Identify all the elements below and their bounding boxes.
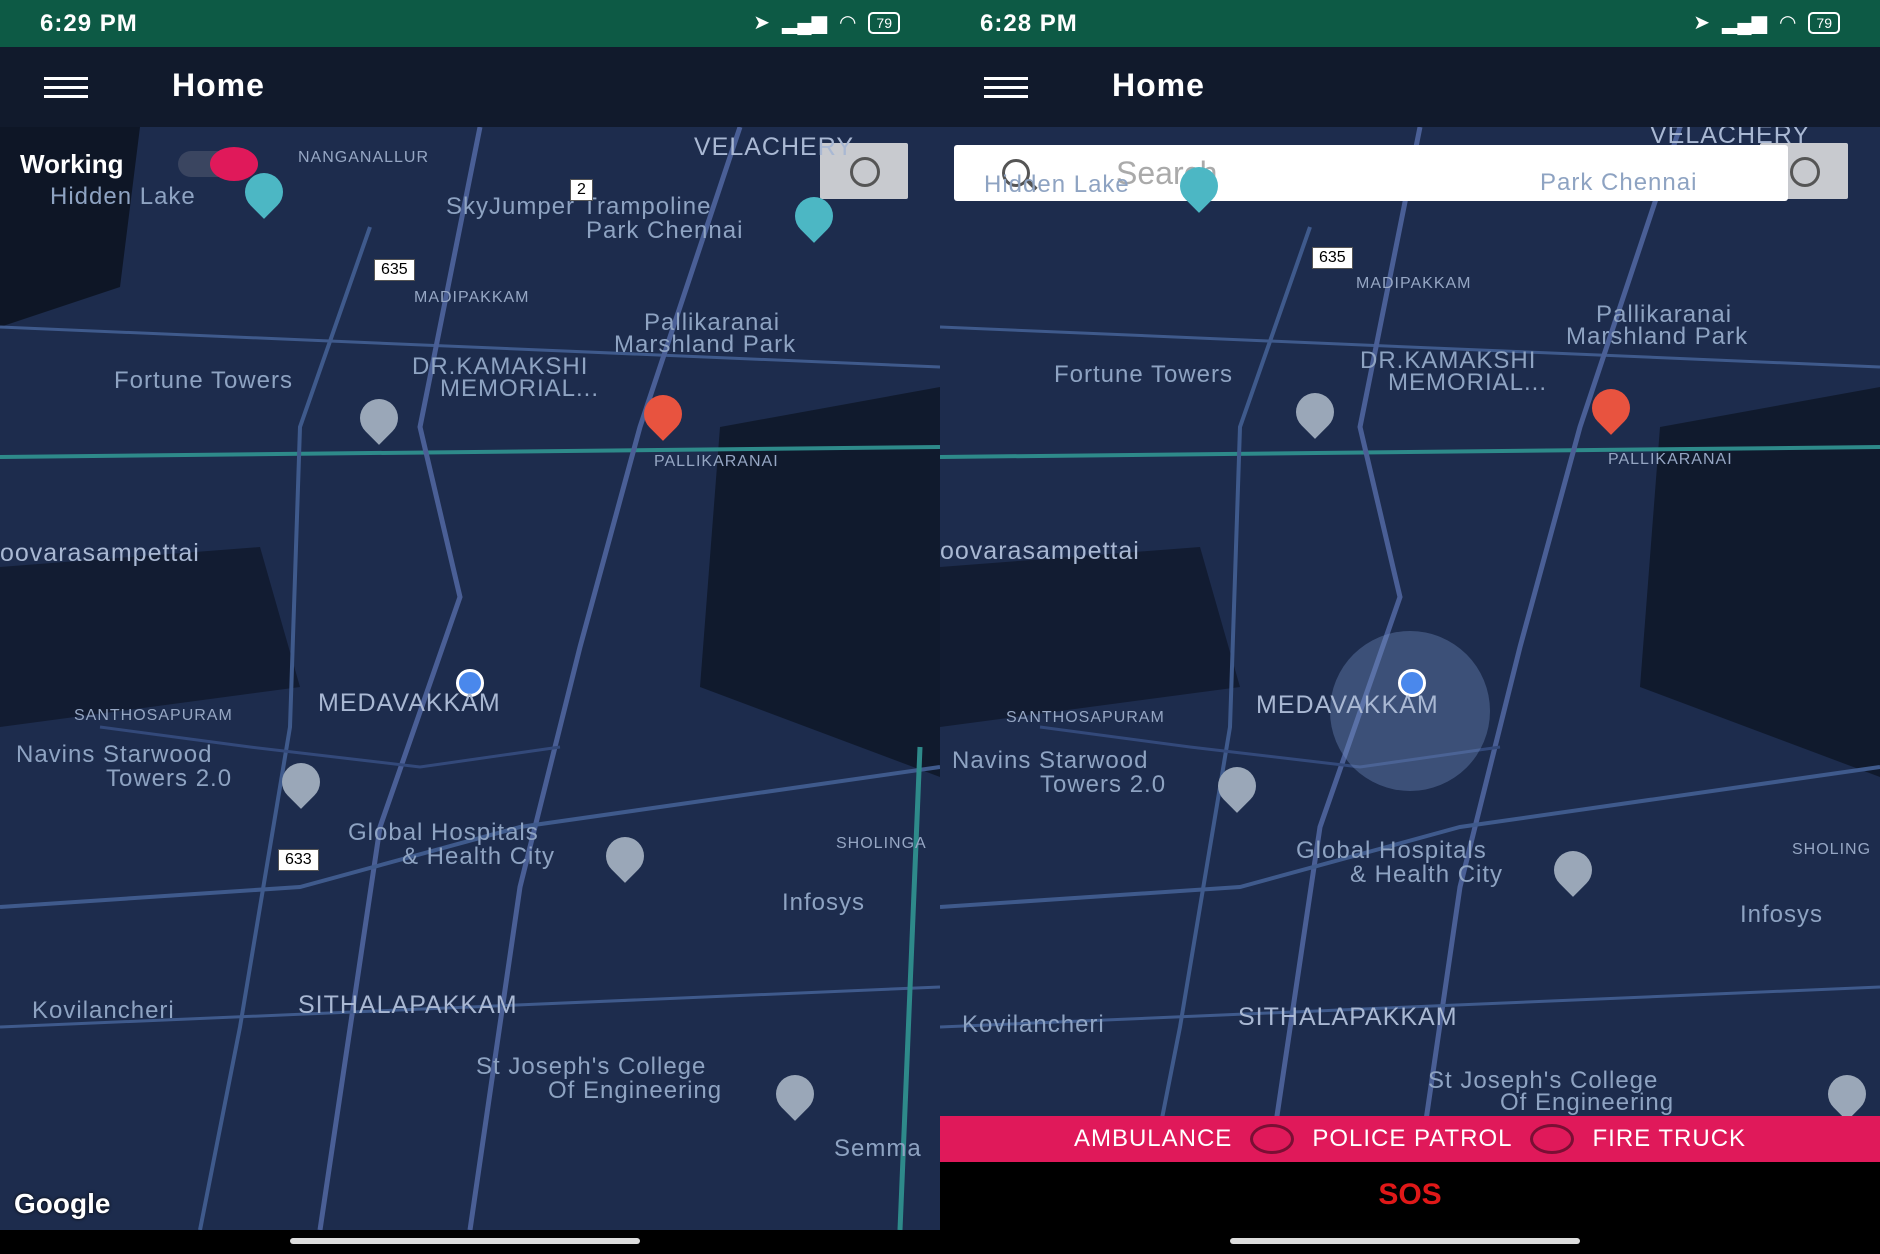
map-label-velachery: VELACHERY — [694, 133, 854, 161]
status-icons: ➤ ▂▄▆ ◠ 79 — [1693, 10, 1840, 35]
wifi-icon: ◠ — [838, 12, 857, 34]
map-label-pallikaranai-park-2: Marshland Park — [1566, 323, 1749, 350]
map-label-poovarasampettai: oovarasampettai — [0, 539, 200, 567]
map-label-kovilancheri: Kovilancheri — [32, 997, 175, 1024]
road-shield-635: 635 — [374, 259, 415, 281]
map-label-infosys: Infosys — [1740, 901, 1824, 928]
home-gesture-handle[interactable] — [290, 1238, 640, 1244]
home-gesture-handle[interactable] — [1230, 1238, 1580, 1244]
working-label: Working — [20, 149, 124, 179]
map-label-santhosapuram: SANTHOSAPURAM — [1006, 709, 1165, 726]
map-label-stjoseph-2: Of Engineering — [548, 1077, 723, 1104]
map-view[interactable]: Working VELACHERY NANGANALLUR Hidden Lak… — [0, 127, 940, 1230]
police-patrol-label: POLICE PATROL — [1312, 1125, 1513, 1152]
fire-truck-label: FIRE TRUCK — [1592, 1125, 1747, 1152]
map-label-sithalapakkam: SITHALAPAKKAM — [1238, 1003, 1458, 1031]
my-location-icon — [1790, 157, 1820, 187]
status-icons: ➤ ▂▄▆ ◠ 79 — [753, 10, 900, 35]
map-label-medavakkam: MEDAVAKKAM — [1256, 691, 1439, 719]
google-attribution: Google — [14, 1188, 111, 1219]
map-label-park-chennai: Park Chennai — [586, 217, 744, 244]
road-shield-635: 635 — [1312, 247, 1353, 269]
app-bar: Home — [0, 47, 940, 127]
map-label-santhosapuram: SANTHOSAPURAM — [74, 707, 233, 724]
ambulance-label: AMBULANCE — [1073, 1125, 1233, 1152]
phone-screen-left: 6:29 PM ➤ ▂▄▆ ◠ 79 Home Working VELACHER… — [0, 0, 940, 1254]
phone-screen-right: 6:28 PM ➤ ▂▄▆ ◠ 79 Home VELACHERY Search… — [940, 0, 1880, 1254]
map-label-navins-2: Towers 2.0 — [106, 765, 233, 792]
map-label-madipakkam: MADIPAKKAM — [1356, 275, 1472, 292]
working-toggle[interactable] — [178, 147, 258, 181]
map-label-sholinga: SHOLING — [1792, 841, 1872, 858]
map-label-fortune-towers: Fortune Towers — [114, 367, 293, 394]
wifi-icon: ◠ — [1778, 12, 1797, 34]
map-label-pallikaranai: PALLIKARANAI — [1608, 451, 1733, 468]
map-label-pallikaranai-park-2: Marshland Park — [614, 331, 797, 358]
battery-icon: 79 — [1808, 11, 1840, 34]
map-label-global-2: & Health City — [1350, 861, 1504, 888]
map-label-poovarasampettai: oovarasampettai — [940, 537, 1140, 565]
sos-button[interactable]: SOS — [940, 1178, 1880, 1212]
page-title: Home — [172, 67, 265, 103]
road-shield-2: 2 — [570, 179, 593, 201]
map-label-sithalapakkam: SITHALAPAKKAM — [298, 991, 518, 1019]
map-label-kamakshi-2: MEMORIAL... — [1388, 369, 1548, 396]
toggle-knob — [210, 147, 258, 181]
status-time: 6:28 PM — [980, 10, 1078, 37]
page-title: Home — [1112, 67, 1205, 103]
status-bar: 6:29 PM ➤ ▂▄▆ ◠ 79 — [0, 0, 940, 47]
map-label-park-chennai: Park Chennai — [1540, 169, 1698, 196]
police-patrol-radio[interactable] — [1530, 1124, 1575, 1154]
ambulance-radio[interactable] — [1250, 1124, 1295, 1154]
battery-icon: 79 — [868, 11, 900, 34]
map-label-nanganallur: NANGANALLUR — [298, 149, 430, 166]
map-label-stjoseph-2: Of Engineering — [1500, 1089, 1675, 1116]
menu-icon[interactable] — [984, 77, 1028, 99]
navigation-icon: ➤ — [753, 12, 771, 34]
navigation-icon: ➤ — [1693, 12, 1711, 34]
nav-bar — [0, 1230, 940, 1254]
map-label-fortune-towers: Fortune Towers — [1054, 361, 1233, 388]
road-shield-633: 633 — [278, 849, 319, 871]
map-label-semma: Semma — [834, 1135, 922, 1162]
map-label-hidden-lake: Hidden Lake — [50, 183, 196, 210]
menu-icon[interactable] — [44, 77, 88, 99]
map-label-global-2: & Health City — [402, 843, 556, 870]
emergency-service-selector: AMBULANCE POLICE PATROL FIRE TRUCK — [940, 1116, 1880, 1162]
sos-bar: SOS — [940, 1162, 1880, 1230]
app-bar: Home — [940, 47, 1880, 127]
map-label-kovilancheri: Kovilancheri — [962, 1011, 1105, 1038]
map-label-madipakkam: MADIPAKKAM — [414, 289, 530, 306]
map-label-navins-2: Towers 2.0 — [1040, 771, 1167, 798]
map-label-medavakkam: MEDAVAKKAM — [318, 689, 501, 717]
status-time: 6:29 PM — [40, 10, 138, 37]
signal-icon: ▂▄▆ — [1722, 12, 1767, 34]
map-label-kamakshi-2: MEMORIAL... — [440, 375, 600, 402]
signal-icon: ▂▄▆ — [782, 12, 827, 34]
status-bar: 6:28 PM ➤ ▂▄▆ ◠ 79 — [940, 0, 1880, 47]
map-label-sholinga: SHOLINGA — [836, 835, 927, 852]
nav-bar — [940, 1230, 1880, 1254]
my-location-icon — [850, 157, 880, 187]
map-view[interactable]: VELACHERY Hidden Lake Park Chennai 635 M… — [940, 127, 1880, 1230]
map-label-hidden-lake: Hidden Lake — [984, 171, 1130, 198]
map-label-pallikaranai: PALLIKARANAI — [654, 453, 779, 470]
map-label-infosys: Infosys — [782, 889, 866, 916]
